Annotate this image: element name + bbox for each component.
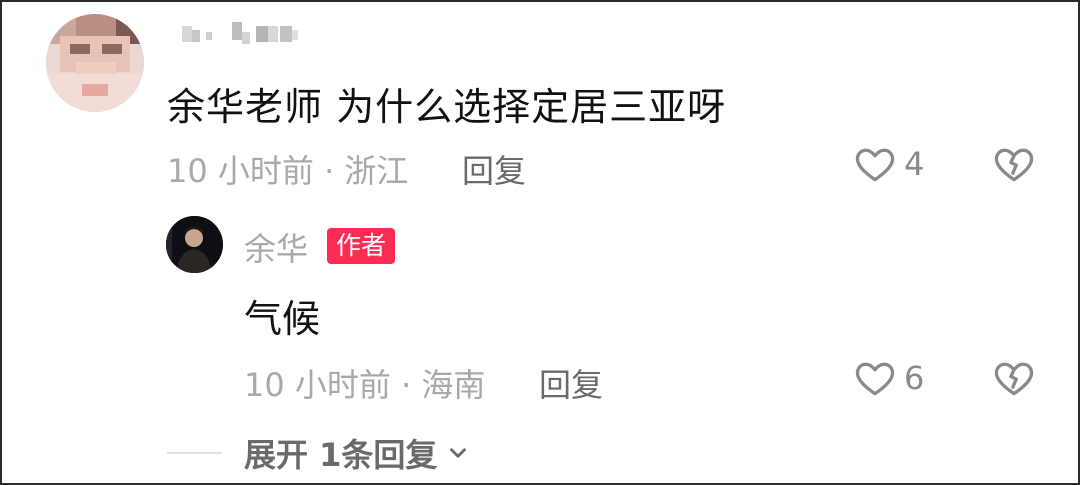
reply-dislike-button[interactable]: [992, 356, 1036, 404]
dislike-button[interactable]: [992, 142, 1036, 190]
commenter-avatar[interactable]: [46, 14, 144, 112]
author-name[interactable]: 余华: [244, 224, 308, 270]
expand-replies-label: 展开 1条回复: [244, 436, 438, 474]
broken-heart-icon: [994, 148, 1034, 182]
expand-replies-button[interactable]: 展开 1条回复: [244, 430, 471, 476]
reply-like-button[interactable]: 6: [852, 356, 924, 400]
author-badge: 作者: [327, 228, 396, 264]
heart-icon: [855, 362, 895, 396]
like-button[interactable]: 4: [852, 142, 924, 186]
comment-text: 余华老师 为什么选择定居三亚呀: [167, 85, 727, 129]
reply-button[interactable]: 回复: [462, 146, 526, 192]
reply-text: 气候: [244, 297, 321, 341]
chevron-down-icon: [450, 448, 467, 458]
author-avatar-image: [166, 216, 223, 273]
like-count: 4: [904, 145, 925, 183]
like-count: 6: [904, 359, 925, 397]
avatar-image: [46, 14, 144, 112]
heart-icon: [855, 148, 895, 182]
commenter-username[interactable]: █ ▄ █▄█: [182, 18, 302, 48]
comment-thread: █ ▄ █▄█ 余华老师 为什么选择定居三亚呀 10 小时前 · 浙江 回复 4…: [0, 0, 1080, 485]
expand-divider: [167, 452, 222, 454]
broken-heart-icon: [994, 362, 1034, 396]
comment-time-location: 10 小时前 · 浙江: [167, 152, 409, 190]
author-avatar[interactable]: [166, 216, 223, 273]
pixelated-username: [182, 22, 298, 44]
reply-time-location: 10 小时前 · 海南: [244, 366, 486, 404]
reply-reply-button[interactable]: 回复: [539, 360, 603, 406]
